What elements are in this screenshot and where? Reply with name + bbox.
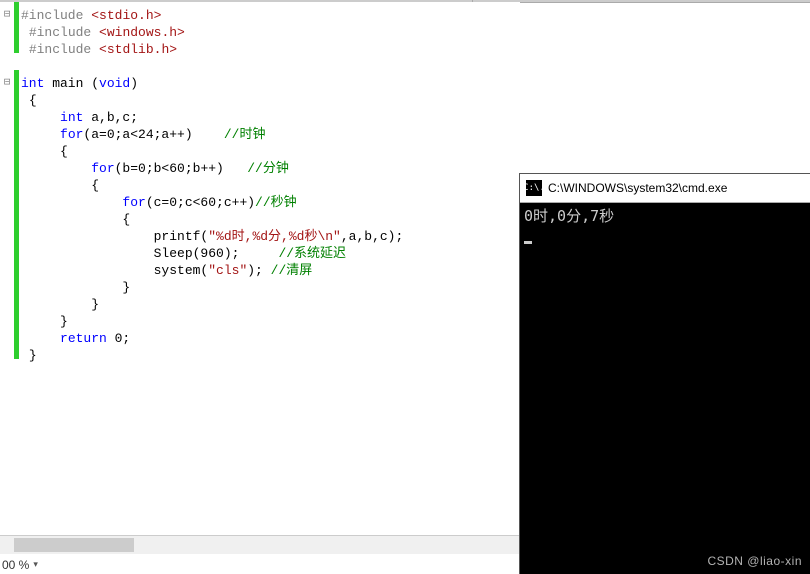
outline-margin[interactable]: ⊟ ⊟ bbox=[0, 2, 14, 550]
zoom-level[interactable]: 00 % ▾ bbox=[0, 555, 38, 574]
code-text[interactable]: #include <stdio.h> #include <windows.h> … bbox=[19, 2, 520, 550]
cmd-title-text: C:\WINDOWS\system32\cmd.exe bbox=[548, 181, 727, 195]
zoom-value: 00 % bbox=[2, 558, 29, 572]
cmd-cursor bbox=[524, 241, 532, 244]
zoom-dropdown-icon[interactable]: ▾ bbox=[33, 559, 38, 570]
watermark: CSDN @liao-xin bbox=[707, 554, 802, 568]
horizontal-scrollbar[interactable] bbox=[0, 535, 520, 554]
cmd-titlebar[interactable]: C:\. C:\WINDOWS\system32\cmd.exe bbox=[520, 174, 810, 203]
scroll-thumb[interactable] bbox=[14, 538, 134, 552]
cmd-output: 0时,0分,7秒 bbox=[520, 203, 810, 574]
fold-toggle[interactable]: ⊟ bbox=[0, 7, 14, 24]
fold-toggle[interactable]: ⊟ bbox=[0, 75, 14, 92]
code-editor[interactable]: ⊟ ⊟ #include <stdio.h> #include <windows… bbox=[0, 2, 520, 550]
cmd-icon: C:\. bbox=[526, 180, 542, 196]
cmd-window[interactable]: C:\. C:\WINDOWS\system32\cmd.exe 0时,0分,7… bbox=[520, 174, 810, 574]
